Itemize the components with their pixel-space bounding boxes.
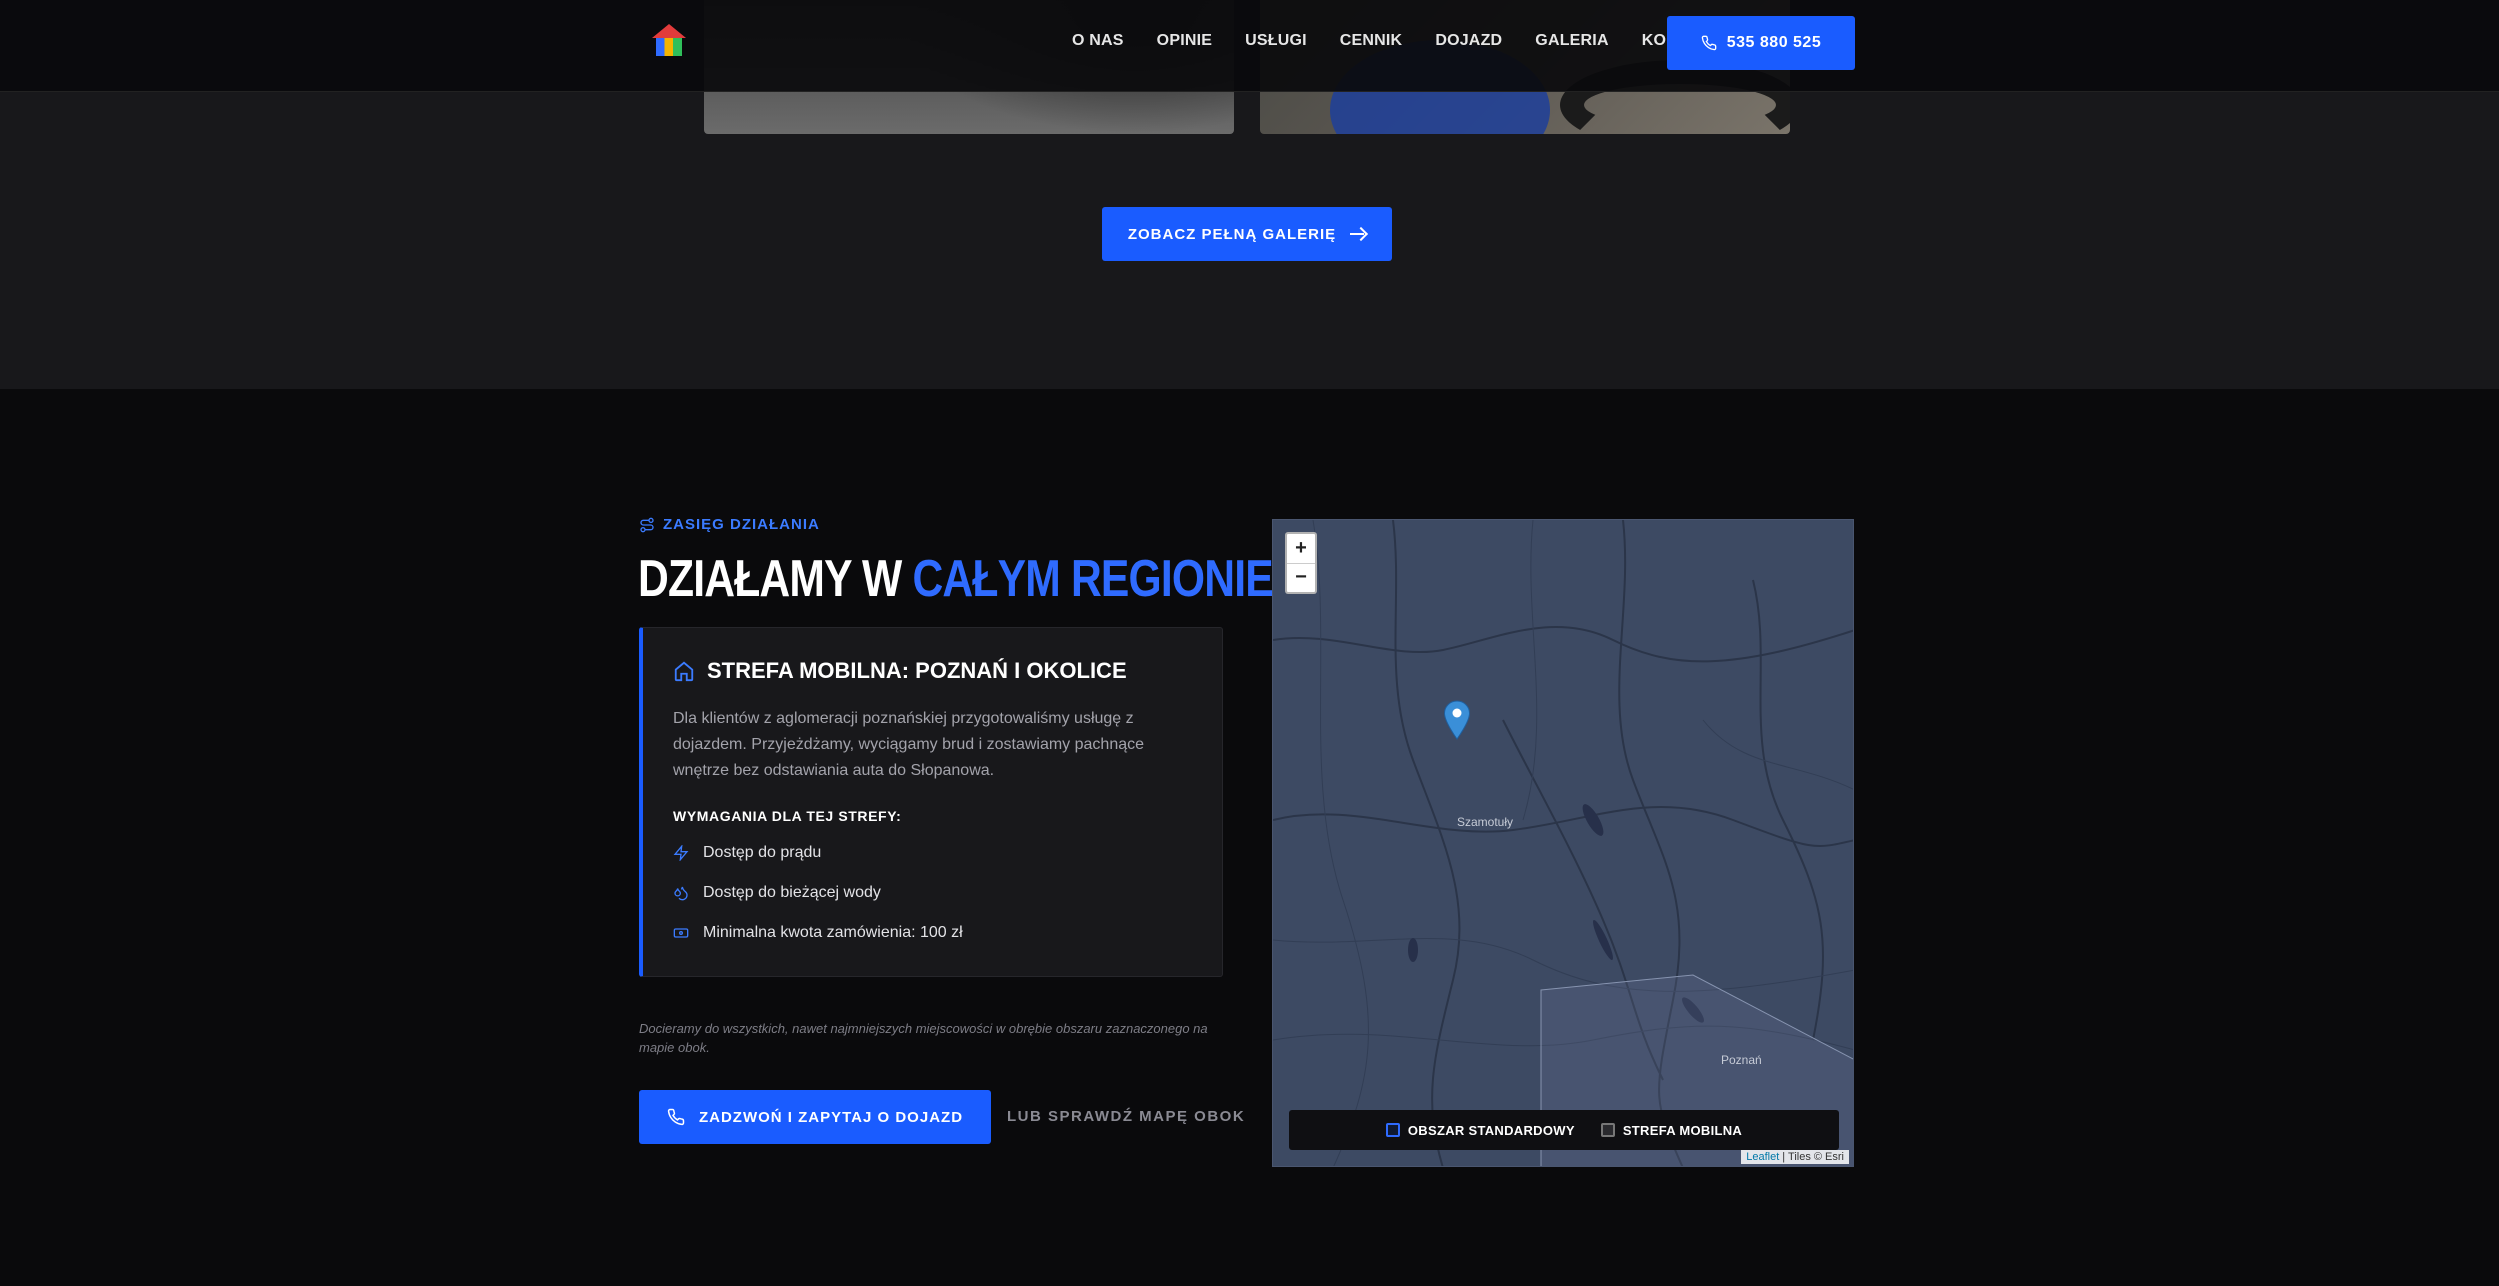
lightning-icon (673, 845, 689, 861)
requirement-item: Dostęp do prądu (673, 842, 963, 864)
map-zoom-control: + − (1285, 532, 1317, 594)
map-pin-icon[interactable] (1443, 700, 1471, 740)
legend-mobile-zone[interactable]: STREFA MOBILNA (1600, 1122, 1743, 1138)
phone-number: 535 880 525 (1726, 34, 1822, 51)
mobile-zone-swatch (1600, 1123, 1615, 1137)
nav-item-dojazd[interactable]: DOJAZD (1435, 32, 1502, 50)
legend-label: STREFA MOBILNA (1622, 1122, 1743, 1138)
legend-label: OBSZAR STANDARDOWY (1407, 1122, 1575, 1138)
full-gallery-button[interactable]: ZOBACZ PEŁNĄ GALERIĘ (1102, 207, 1392, 261)
mobile-zone-card: STREFA MOBILNA: POZNAŃ I OKOLICE Dla kli… (639, 627, 1223, 977)
route-icon (640, 517, 654, 532)
eyebrow-label: ZASIĘG DZIAŁANIA (663, 516, 820, 533)
water-drop-icon (674, 886, 688, 901)
nav-item-uslugi[interactable]: USŁUGI (1245, 32, 1307, 50)
main-nav: O NAS OPINIE USŁUGI CENNIK DOJAZD GALERI… (1072, 32, 1720, 50)
requirement-text: Minimalna kwota zamówienia: 100 zł (703, 924, 963, 941)
zone-description: Dla klientów z aglomeracji poznańskiej p… (673, 710, 1145, 779)
zone-title-text: STREFA MOBILNA: POZNAŃ I OKOLICE (707, 658, 1127, 683)
nav-item-cennik[interactable]: CENNIK (1340, 32, 1403, 50)
heading-main: DZIAŁAMY W (638, 550, 902, 608)
leaflet-link[interactable]: Leaflet (1746, 1151, 1779, 1163)
standard-area-swatch (1385, 1123, 1400, 1137)
requirement-item: Dostęp do bieżącej wody (673, 882, 963, 904)
logo[interactable] (646, 14, 692, 58)
phone-icon (1701, 35, 1717, 51)
nav-item-galeria[interactable]: GALERIA (1535, 32, 1608, 50)
requirement-text: Dostęp do prądu (703, 844, 822, 861)
nav-item-opinie[interactable]: OPINIE (1157, 32, 1212, 50)
map-city-label: Poznań (1721, 1053, 1762, 1067)
logo-body (656, 38, 682, 56)
requirements-list: Dostęp do prądu Dostęp do bieżącej wody … (673, 842, 963, 944)
map-city-label: Szamotuły (1457, 815, 1514, 829)
heading-accent: CAŁYM REGIONIE (912, 550, 1273, 608)
full-gallery-button-label: ZOBACZ PEŁNĄ GALERIĘ (1127, 225, 1337, 243)
coverage-note: Docieramy do wszystkich, nawet najmniejs… (639, 1021, 1208, 1055)
region-heading: DZIAŁAMY W CAŁYM REGIONIE (638, 549, 1274, 609)
home-icon (674, 661, 694, 682)
zoom-out-button[interactable]: − (1287, 564, 1315, 593)
page: ZOBACZ PEŁNĄ GALERIĘ O NAS OPINIE USŁUGI… (0, 0, 2499, 1286)
coverage-map[interactable]: + − Szamotuły Poznań OBSZAR STANDARDOWY … (1272, 519, 1854, 1167)
call-ask-button[interactable]: ZADZWOŃ I ZAPYTAJ O DOJAZD (639, 1090, 991, 1144)
region-section: ZASIĘG DZIAŁANIA DZIAŁAMY W CAŁYM REGION… (0, 389, 2499, 1286)
banknote-icon (673, 928, 689, 938)
map-legend: OBSZAR STANDARDOWY STREFA MOBILNA (1289, 1110, 1839, 1150)
nav-item-o-nas[interactable]: O NAS (1072, 32, 1124, 50)
map-attribution: Leaflet | Tiles © Esri (1741, 1150, 1849, 1164)
check-map-link[interactable]: LUB SPRAWDŹ MAPĘ OBOK (1007, 1108, 1245, 1125)
phone-icon (667, 1108, 685, 1126)
logo-roof (652, 24, 686, 38)
zoom-in-button[interactable]: + (1287, 534, 1315, 564)
requirement-item: Minimalna kwota zamówienia: 100 zł (673, 922, 963, 944)
requirements-title: WYMAGANIA DLA TEJ STREFY: (673, 808, 902, 824)
region-eyebrow: ZASIĘG DZIAŁANIA (639, 516, 820, 533)
call-ask-button-label: ZADZWOŃ I ZAPYTAJ O DOJAZD (698, 1108, 964, 1126)
requirement-text: Dostęp do bieżącej wody (703, 884, 881, 901)
map-terrain (1273, 520, 1853, 1166)
site-header: O NAS OPINIE USŁUGI CENNIK DOJAZD GALERI… (0, 0, 2499, 92)
zone-title: STREFA MOBILNA: POZNAŃ I OKOLICE (673, 658, 1127, 684)
phone-button[interactable]: 535 880 525 (1667, 16, 1855, 70)
arrow-right-icon (1350, 226, 1366, 242)
legend-standard-area[interactable]: OBSZAR STANDARDOWY (1385, 1122, 1575, 1138)
tiles-attribution: | Tiles © Esri (1779, 1151, 1844, 1163)
